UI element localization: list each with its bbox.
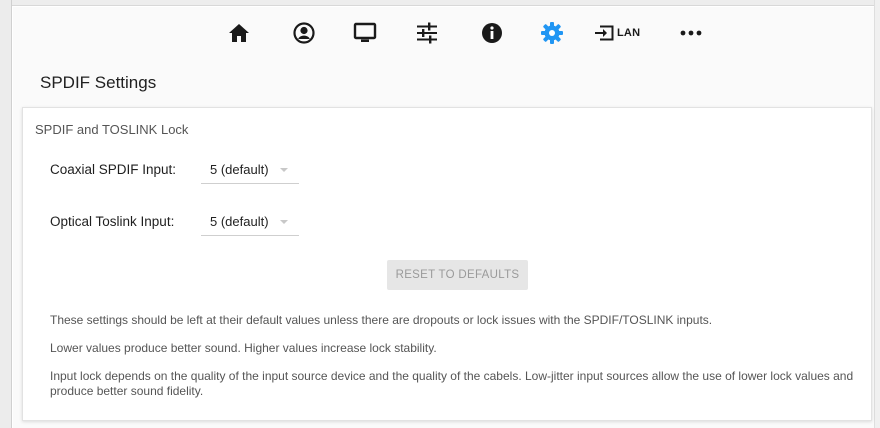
- chevron-down-icon: [280, 168, 288, 172]
- nav-display[interactable]: [351, 20, 379, 46]
- window-top-edge: [0, 0, 880, 6]
- coaxial-input-select[interactable]: 5 (default): [201, 158, 299, 184]
- help-text: Input lock depends on the quality of the…: [50, 369, 854, 398]
- app-window: LAN SPDIF Settings SPDIF and TOSLINK Loc…: [13, 7, 874, 428]
- input-source-label: LAN: [617, 27, 641, 39]
- nav-input-lan[interactable]: LAN: [594, 20, 654, 46]
- top-navbar: LAN: [13, 7, 874, 59]
- nav-info[interactable]: [478, 20, 506, 46]
- info-icon: [482, 23, 502, 43]
- sliders-icon: [417, 22, 437, 44]
- gear-icon: [541, 22, 563, 44]
- nav-home[interactable]: [225, 20, 253, 46]
- home-icon: [229, 24, 249, 42]
- user-icon: [293, 22, 315, 44]
- optical-input-value: 5 (default): [210, 214, 269, 229]
- reset-defaults-button[interactable]: RESET TO DEFAULTS: [387, 260, 528, 290]
- spdif-lock-card: SPDIF and TOSLINK Lock Coaxial SPDIF Inp…: [22, 107, 872, 421]
- input-icon: [595, 25, 614, 41]
- chevron-down-icon: [280, 220, 288, 224]
- coaxial-input-value: 5 (default): [210, 162, 269, 177]
- card-title: SPDIF and TOSLINK Lock: [35, 122, 189, 137]
- page-title: SPDIF Settings: [40, 73, 157, 92]
- nav-user[interactable]: [290, 20, 318, 46]
- nav-equalizer[interactable]: [413, 20, 441, 46]
- window-left-edge: [0, 0, 12, 428]
- nav-more[interactable]: [677, 20, 705, 46]
- window-right-edge: [874, 0, 880, 428]
- coaxial-input-label: Coaxial SPDIF Input:: [50, 162, 177, 177]
- nav-settings[interactable]: [538, 20, 566, 46]
- monitor-icon: [353, 22, 377, 42]
- more-icon: [680, 30, 702, 36]
- optical-input-select[interactable]: 5 (default): [201, 210, 299, 236]
- help-text: Lower values produce better sound. Highe…: [50, 341, 437, 355]
- optical-input-label: Optical Toslink Input:: [50, 214, 175, 229]
- help-text: These settings should be left at their d…: [50, 313, 713, 327]
